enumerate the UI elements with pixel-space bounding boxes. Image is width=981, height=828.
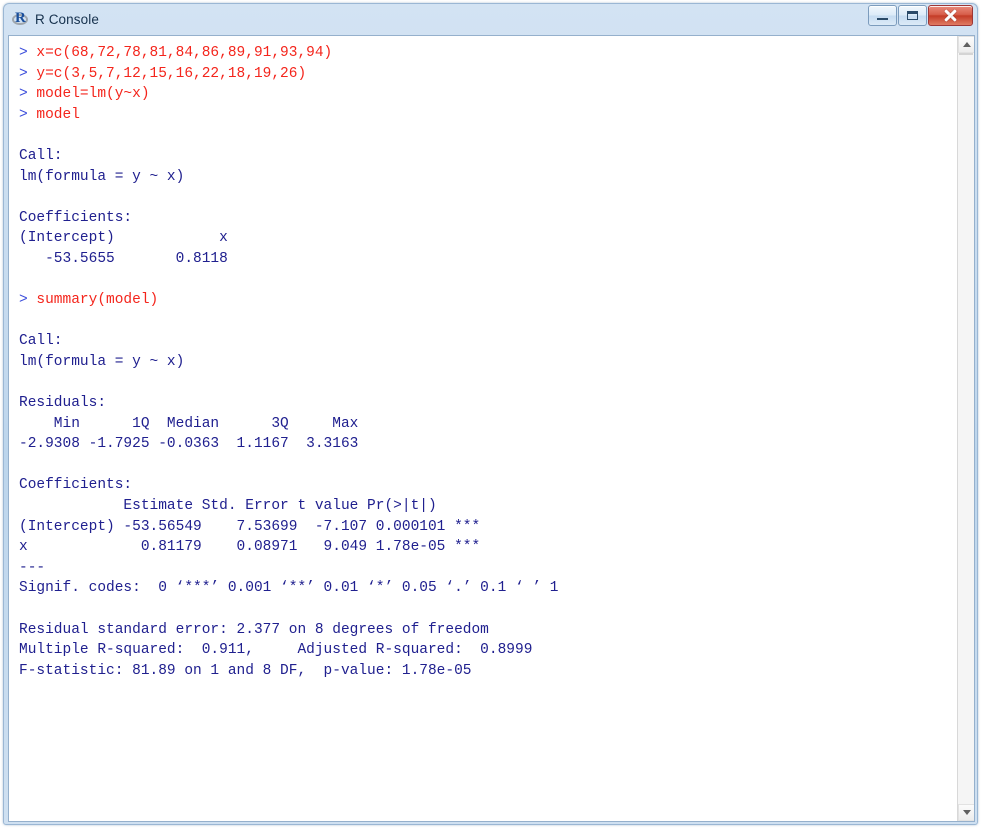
console-output-text: lm(formula = y ~ x) — [19, 168, 185, 185]
console-output-line: (Intercept) x — [19, 228, 957, 249]
console-output-text: Min 1Q Median 3Q Max — [19, 415, 368, 432]
console-output-line: Min 1Q Median 3Q Max — [19, 414, 957, 435]
console-output-line: F-statistic: 81.89 on 1 and 8 DF, p-valu… — [19, 661, 957, 682]
console-output-text: Coefficients: — [19, 209, 133, 226]
console-prompt: > — [19, 106, 37, 123]
scroll-up-button[interactable] — [958, 36, 974, 53]
console-output-text: Call: — [19, 333, 63, 350]
console-input-line: > model — [19, 105, 957, 126]
console-output-line: Coefficients: — [19, 475, 957, 496]
console-input-text: model=lm(y~x) — [36, 86, 150, 103]
console-output-text: -2.9308 -1.7925 -0.0363 1.1167 3.3163 — [19, 436, 368, 453]
console-output-line: Estimate Std. Error t value Pr(>|t|) — [19, 496, 957, 517]
console-text: > x=c(68,72,78,81,84,86,89,91,93,94) > y=… — [19, 43, 957, 723]
maximize-button[interactable] — [898, 5, 927, 26]
console-input-line: > model=lm(y~x) — [19, 84, 957, 105]
console-input-line: > summary(model) — [19, 290, 957, 311]
console-prompt: > — [19, 86, 37, 103]
window-title: R Console — [35, 11, 99, 27]
console-prompt: > — [19, 45, 37, 61]
r-console-window: R R Console > x=c(68,72,78,81,84,86,89,9… — [3, 3, 978, 825]
console-prompt: > — [19, 65, 37, 82]
vertical-scrollbar[interactable] — [957, 36, 974, 821]
console-output-text: Estimate Std. Error t value Pr(>|t|) — [19, 498, 472, 515]
console-output-text: Call: — [19, 147, 63, 164]
console-output-text: F-statistic: 81.89 on 1 and 8 DF, p-valu… — [19, 662, 472, 679]
console-output-pane[interactable]: > x=c(68,72,78,81,84,86,89,91,93,94) > y=… — [9, 36, 957, 821]
window-titlebar[interactable]: R R Console — [4, 4, 977, 34]
console-output-line: (Intercept) -53.56549 7.53699 -7.107 0.0… — [19, 517, 957, 538]
console-client-area: > x=c(68,72,78,81,84,86,89,91,93,94) > y=… — [8, 35, 975, 822]
console-output-text: Signif. codes: 0 ‘***’ 0.001 ‘**’ 0.01 ‘… — [19, 580, 559, 597]
console-output-line: Residuals: — [19, 393, 957, 414]
console-output-text: --- — [19, 559, 46, 576]
console-prompt: > — [19, 292, 37, 309]
console-input-text: x=c(68,72,78,81,84,86,89,91,93,94) — [36, 45, 333, 61]
console-output-line: --- — [19, 558, 957, 579]
close-button[interactable] — [928, 5, 973, 26]
console-output-text — [19, 704, 28, 720]
console-output-line: Multiple R-squared: 0.911, Adjusted R-sq… — [19, 640, 957, 661]
console-output-line: Signif. codes: 0 ‘***’ 0.001 ‘**’ 0.01 ‘… — [19, 578, 957, 599]
minimize-icon — [877, 18, 888, 20]
console-input-line: > y=c(3,5,7,12,15,16,22,18,19,26) — [19, 64, 957, 85]
console-output-text: -53.5655 0.8118 — [19, 250, 246, 267]
chevron-down-icon — [962, 810, 971, 815]
scroll-down-button[interactable] — [958, 804, 974, 821]
minimize-button[interactable] — [868, 5, 897, 26]
console-output-line: Call: — [19, 146, 957, 167]
console-output-line: x 0.81179 0.08971 9.049 1.78e-05 *** — [19, 537, 957, 558]
console-output-line: Coefficients: — [19, 208, 957, 229]
console-output-line: lm(formula = y ~ x) — [19, 167, 957, 188]
console-output-text: lm(formula = y ~ x) — [19, 353, 185, 370]
console-output-line — [19, 702, 957, 723]
console-output-text: (Intercept) -53.56549 7.53699 -7.107 0.0… — [19, 518, 481, 535]
scrollbar-thumb[interactable] — [959, 53, 973, 55]
chevron-up-icon — [962, 42, 971, 47]
console-output-line: Call: — [19, 331, 957, 352]
console-input-line: > x=c(68,72,78,81,84,86,89,91,93,94) — [19, 43, 957, 64]
console-input-text: model — [36, 106, 80, 123]
console-output-line: -2.9308 -1.7925 -0.0363 1.1167 3.3163 — [19, 434, 957, 455]
console-output-text: Coefficients: — [19, 477, 133, 494]
console-input-text: y=c(3,5,7,12,15,16,22,18,19,26) — [36, 65, 307, 82]
console-output-text: x 0.81179 0.08971 9.049 1.78e-05 *** — [19, 539, 481, 556]
console-output-text: Multiple R-squared: 0.911, Adjusted R-sq… — [19, 642, 542, 659]
console-output-text: Residual standard error: 2.377 on 8 degr… — [19, 621, 489, 638]
close-icon — [944, 9, 957, 22]
window-controls — [868, 5, 973, 26]
maximize-icon — [907, 11, 918, 20]
console-output-line: -53.5655 0.8118 — [19, 249, 957, 270]
r-logo-icon: R — [12, 10, 29, 28]
console-input-text: summary(model) — [36, 292, 159, 309]
console-output-text: (Intercept) x — [19, 230, 246, 247]
console-output-line: Residual standard error: 2.377 on 8 degr… — [19, 620, 957, 641]
console-output-line: lm(formula = y ~ x) — [19, 352, 957, 373]
console-output-text: Residuals: — [19, 395, 107, 412]
scrollbar-track[interactable] — [958, 53, 974, 804]
